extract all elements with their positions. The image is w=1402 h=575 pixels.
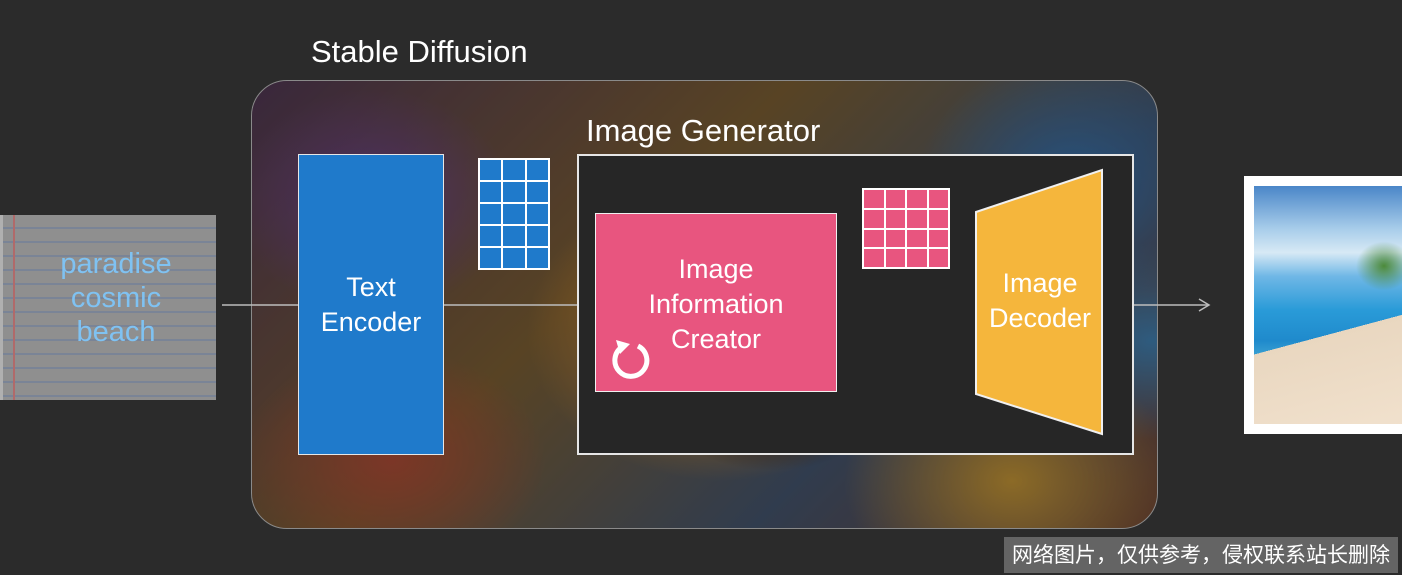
prompt-line: beach bbox=[76, 316, 156, 348]
output-image-frame bbox=[1244, 176, 1402, 434]
creator-label-line: Image bbox=[678, 254, 754, 284]
text-encoder-block: Text Encoder bbox=[298, 154, 444, 455]
prompt-line: paradise bbox=[60, 248, 172, 280]
watermark: 网络图片，仅供参考，侵权联系站长删除 bbox=[1004, 537, 1398, 573]
text-encoder-label: Text bbox=[346, 271, 396, 302]
generated-beach-image bbox=[1254, 186, 1402, 424]
refresh-icon bbox=[612, 340, 650, 379]
decoder-label-line: Image bbox=[1002, 268, 1078, 298]
text-embeddings-grid bbox=[478, 158, 550, 270]
image-information-creator-block: Image Information Creator bbox=[595, 213, 837, 392]
stable-diffusion-title: Stable Diffusion bbox=[311, 34, 528, 69]
prompt-line: cosmic bbox=[70, 282, 162, 314]
text-encoder-label: Encoder bbox=[320, 306, 422, 337]
image-decoder-label: Image Decoder bbox=[978, 266, 1102, 336]
decoder-label-line: Decoder bbox=[988, 303, 1092, 333]
prompt-note-card: paradise cosmic beach bbox=[0, 215, 216, 400]
image-generator-title: Image Generator bbox=[586, 113, 821, 148]
creator-label-line: Information bbox=[648, 289, 784, 319]
prompt-text: paradise cosmic beach bbox=[31, 247, 201, 349]
arrowhead-icon bbox=[1198, 298, 1211, 312]
latent-grid bbox=[862, 188, 950, 269]
